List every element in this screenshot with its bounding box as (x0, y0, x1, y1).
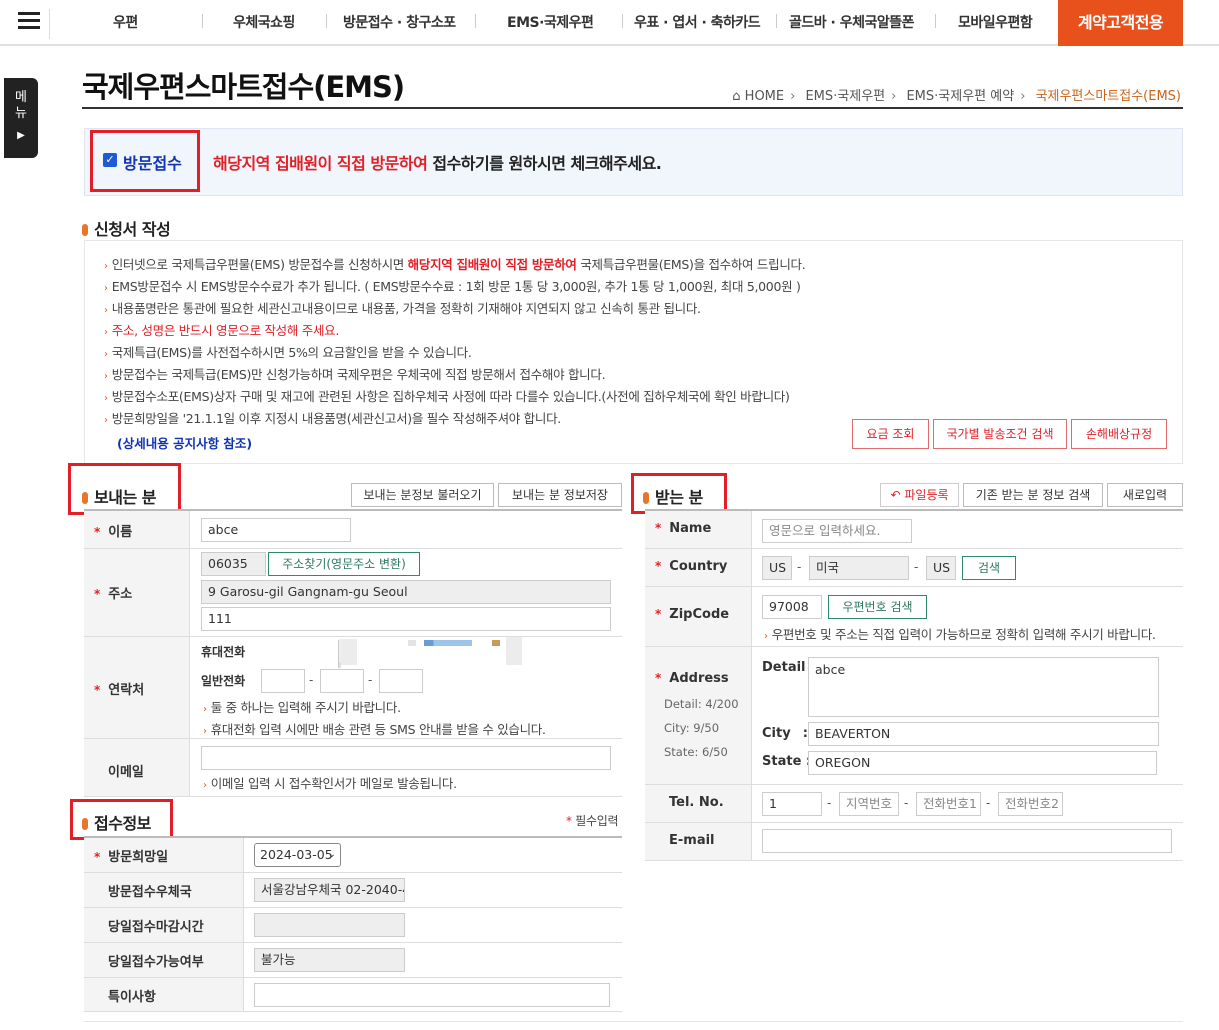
deadline-input (254, 913, 405, 937)
sender-row-contact: * 연락처 휴대전화 일반전화 - - › 둘 중 하나는 입력해 주시기 바랍니다… (84, 637, 622, 739)
sender-address2-input[interactable]: 111 (201, 607, 611, 631)
info-line-1: › 인터넷으로 국제특급우편물(EMS) 방문접수를 신청하시면 해당지역 집배원… (104, 257, 806, 272)
sender-load-button[interactable]: 보내는 분정보 불러오기 (351, 483, 494, 507)
breadcrumb-l1[interactable]: EMS·국제우편 (805, 89, 885, 104)
info-line-8: › 방문희망일을 '21.1.1일 이후 지정시 내용품명(세관신고서)을 필수 … (104, 411, 561, 426)
availability-input: 불가능 (254, 948, 405, 972)
nav-corporate-button[interactable]: 계약고객전용 (1058, 0, 1183, 46)
breadcrumb-current: 국제우편스마트접수(EMS) (1035, 89, 1181, 104)
city-input[interactable]: BEAVERTON (808, 722, 1159, 746)
hamburger-menu-icon[interactable] (8, 9, 50, 39)
sender-table: * 이름 abce * 주소 06035 주소찾기(영문주소 변환) 9 Garos… (84, 509, 622, 797)
page-title: 국제우편스마트접수(EMS) (82, 70, 405, 104)
receiver-search-button[interactable]: 기존 받는 분 정보 검색 (963, 483, 1103, 507)
detail-count: Detail: 4/200 (664, 697, 739, 711)
receiver-table: * Name 영문으로 입력하세요. * Country US - 미국 - US … (645, 509, 1183, 861)
nav-item-shopping[interactable]: 우체국쇼핑 (233, 12, 295, 32)
file-upload-button[interactable]: ↶ 파일등록 (880, 483, 959, 507)
apply-section-title: 신청서 작성 (82, 216, 171, 240)
visit-label: 방문접수 (123, 154, 182, 173)
country-name-input[interactable]: 미국 (809, 556, 909, 580)
info-line-5: › 국제특급(EMS)를 사전접수하시면 5%의 요금할인을 받을 수 있습니다. (104, 345, 472, 360)
sender-row-address: * 주소 06035 주소찾기(영문주소 변환) 9 Garosu-gil Gan… (84, 549, 622, 637)
mobile-input-masked[interactable] (339, 639, 357, 665)
info-line-3: › 내용품명란은 통관에 필요한 세관신고내용이므로 내용품, 가격을 정확히 기… (104, 301, 701, 316)
damage-rule-button[interactable]: 손해배상규정 (1071, 419, 1167, 449)
notice-link[interactable]: (상세내용 공지사항 참조) (117, 433, 252, 452)
phone-label: 일반전화 (201, 674, 246, 688)
contact-note-1: › 둘 중 하나는 입력해 주시기 바랍니다. (203, 700, 401, 715)
nav-item-visit-pickup[interactable]: 방문접수 · 창구소포 (343, 12, 456, 32)
receiver-new-button[interactable]: 새로입력 (1107, 483, 1183, 507)
info-line-2: › EMS방문접수 시 EMS방문수수료가 추가 됩니다. ( EMS방문수수료 … (104, 279, 801, 294)
home-icon: ⌂ (732, 89, 741, 104)
side-menu-tab[interactable]: 메뉴 ▶ (4, 78, 38, 158)
nav-item-post[interactable]: 우편 (113, 12, 138, 32)
receipt-table: * 방문희망일 2024-03-05 ⌄ 방문접수우체국 서울강남우체국 02-20… (84, 836, 622, 1012)
receiver-name-input[interactable]: 영문으로 입력하세요. (762, 519, 912, 543)
info-line-7: › 방문접수소포(EMS)상자 구매 및 재고에 관련된 사항은 집하우체국 사정… (104, 389, 790, 404)
nav-item-ems[interactable]: EMS·국제우편 (507, 12, 594, 32)
contact-note-2: › 휴대전화 입력 시에만 배송 관련 등 SMS 안내를 받을 수 있습니다. (203, 722, 546, 737)
special-notes-input[interactable] (254, 983, 610, 1007)
nav-item-stamps[interactable]: 우표 · 엽서 · 축하카드 (634, 12, 761, 32)
zip-note: › 우편번호 및 주소는 직접 입력이 가능하므로 정확히 입력해 주시기 바랍니… (764, 627, 1156, 642)
receiver-section-title: 받는 분 (643, 484, 703, 508)
nav-item-goldbar[interactable]: 골드바 · 우체국알뜰폰 (789, 12, 915, 32)
chevron-right-icon: ▶ (17, 130, 25, 141)
sender-zip-input[interactable]: 06035 (201, 552, 266, 576)
info-line-6: › 방문접수는 국제특급(EMS)만 신청가능하며 국제우편은 우체국에 직접 방… (104, 367, 606, 382)
fee-lookup-button[interactable]: 요금 조회 (852, 419, 929, 449)
nav-item-mobile-mailbox[interactable]: 모바일우편함 (958, 12, 1033, 32)
sender-email-input[interactable] (201, 746, 611, 770)
sender-name-input[interactable]: abce (201, 518, 351, 542)
email-note: › 이메일 입력 시 접수확인서가 메일로 발송됩니다. (203, 776, 457, 791)
zipcode-input[interactable]: 97008 (762, 595, 822, 619)
sender-address1-input[interactable]: 9 Garosu-gil Gangnam-gu Seoul (201, 580, 611, 604)
visit-message: 해당지역 집배원이 직접 방문하여 접수하기를 원하시면 체크해주세요. (213, 154, 662, 173)
phone2-input[interactable] (320, 669, 364, 693)
sender-save-button[interactable]: 보내는 분 정보저장 (498, 483, 622, 507)
address-detail-textarea[interactable]: abce (808, 657, 1159, 717)
mobile-label: 휴대전화 (201, 645, 246, 659)
country-condition-button[interactable]: 국가별 발송조건 검색 (933, 419, 1067, 449)
chevron-down-icon: ⌄ (327, 849, 336, 860)
country-search-button[interactable]: 검색 (962, 556, 1016, 580)
country-code-input[interactable]: US (762, 556, 792, 580)
breadcrumb-l2[interactable]: EMS·국제우편 예약 (906, 89, 1014, 104)
top-nav: 우편 우체국쇼핑 방문접수 · 창구소포 EMS·국제우편 우표 · 엽서 · … (0, 0, 1219, 46)
breadcrumb-home[interactable]: HOME (745, 89, 784, 104)
email-label: 이메일 (108, 765, 144, 780)
side-menu-label: 메뉴 (15, 90, 27, 121)
sender-address-search-button[interactable]: 주소찾기(영문주소 변환) (268, 552, 420, 576)
city-count: City: 9/50 (664, 721, 720, 735)
required-note: * 필수입력 (566, 814, 619, 828)
state-input[interactable]: OREGON (808, 751, 1157, 775)
receiver-email-input[interactable] (762, 829, 1172, 853)
sender-row-email: 이메일 › 이메일 입력 시 접수확인서가 메일로 발송됩니다. (84, 739, 622, 797)
tel-country-input[interactable]: 1 (762, 792, 822, 816)
visit-checkbox[interactable]: ✓ (103, 153, 117, 167)
info-line-4: › 주소, 성명은 반드시 영문으로 작성해 주세요. (104, 323, 340, 338)
receipt-section-title: 접수정보 (82, 810, 151, 834)
reply-arrow-icon: ↶ (890, 488, 901, 502)
tel-number2-input[interactable]: 전화번호2 (998, 792, 1063, 816)
breadcrumb: ⌂ HOME › EMS·국제우편 › EMS·국제우편 예약 › 국제우편스마트접수… (732, 89, 1181, 104)
phone3-input[interactable] (379, 669, 423, 693)
office-input: 서울강남우체국 02-2040-4 (254, 878, 405, 902)
sender-row-name: * 이름 abce (84, 511, 622, 549)
sender-section-title: 보내는 분 (82, 484, 156, 508)
tel-area-input[interactable]: 지역번호 (839, 792, 899, 816)
zipcode-search-button[interactable]: 우편번호 검색 (828, 595, 927, 619)
tel-number1-input[interactable]: 전화번호1 (916, 792, 981, 816)
phone1-input[interactable] (261, 669, 305, 693)
country-code2-input[interactable]: US (926, 556, 956, 580)
title-divider (82, 107, 1183, 109)
state-count: State: 6/50 (664, 745, 728, 759)
visit-date-select[interactable]: 2024-03-05 ⌄ (254, 843, 341, 867)
